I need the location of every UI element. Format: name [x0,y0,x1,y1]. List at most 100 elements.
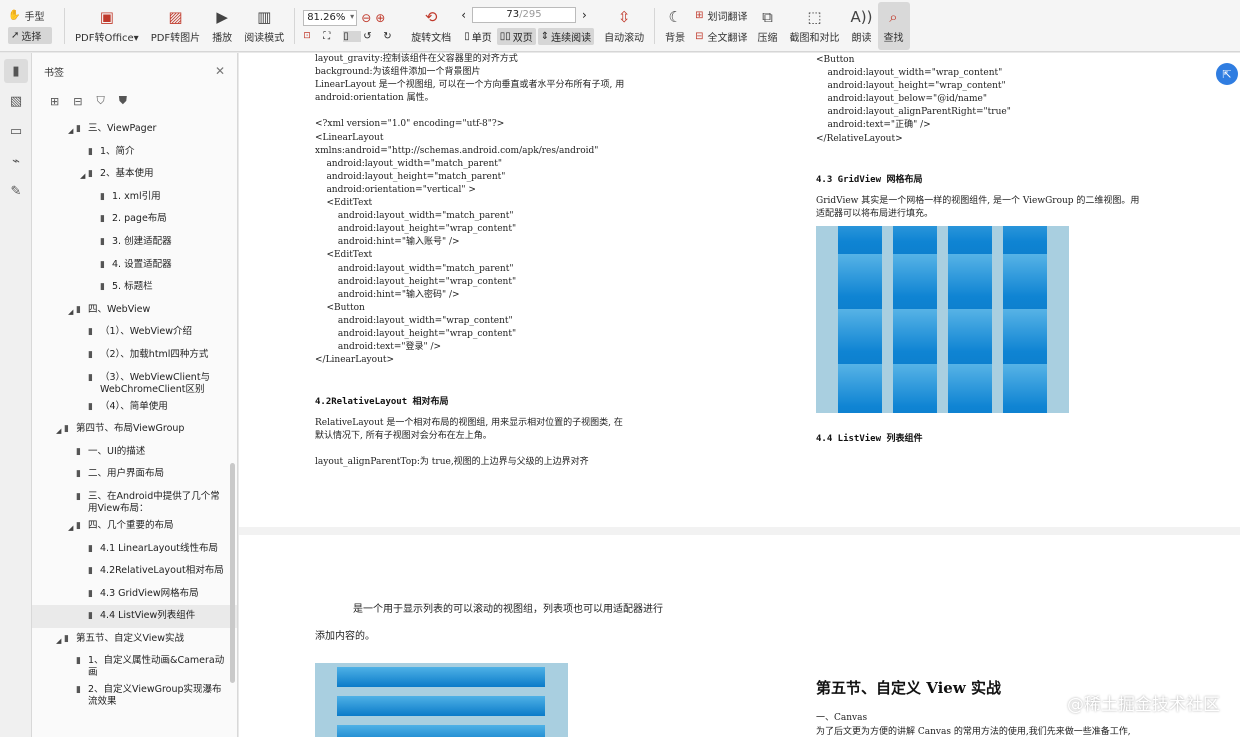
bookmark-label: 4.3 GridView网格布局 [100,587,199,599]
read-mode-button[interactable]: ▥ 阅读模式 [238,2,290,50]
bookmark-item[interactable]: ◢ ▮ 三、ViewPager [32,118,237,141]
bookmark-item[interactable]: ▮ 5. 标题栏 [32,276,237,299]
translate-icon: ⊞ [695,9,704,21]
bookmark-item[interactable]: ▮ 3. 创建适配器 [32,231,237,254]
bookmark-label: 1、简介 [100,145,135,157]
document-viewer[interactable]: layout_gravity:控制该组件在父容器里的对齐方式 backgroun… [239,53,1240,737]
bookmark-item[interactable]: ▮ 2. page布局 [32,208,237,231]
bookmark-label: 2、基本使用 [100,168,154,180]
select-tool-button[interactable]: ➚ 选择 [8,26,52,44]
canvas-label: 一、Canvas [816,713,868,723]
bookmark-item[interactable]: ▮ 4.3 GridView网格布局 [32,583,237,606]
expand-toggle-icon[interactable]: ◢ [80,170,88,182]
bookmark-item[interactable]: ▮ 4.2RelativeLayout相对布局 [32,560,237,583]
expand-toggle-icon[interactable]: ◢ [68,522,76,534]
rotate-document-button[interactable]: ⟲ 旋转文档 [405,2,457,50]
bookmark-item[interactable]: ▮ 4.1 LinearLayout线性布局 [32,538,237,561]
bookmark-label: 三、ViewPager [88,123,157,134]
bookmark-panel-icon[interactable]: ▮ [4,59,28,83]
list-row-bar [337,667,545,687]
button-code: <Button android:layout_width="wrap_conte… [816,55,1011,144]
page-nav-group: ‹ 73/295 › ▯ 单页 ▯▯ 双页 ⇕ 连续阅读 [457,6,598,45]
bookmark-item[interactable]: ◢ ▮ 2、基本使用 [32,163,237,186]
expand-toggle-icon[interactable]: ◢ [56,635,64,647]
double-page-button[interactable]: ▯▯ 双页 [496,27,536,45]
background-button[interactable]: ☾ 背景 [659,2,691,50]
single-page-button[interactable]: ▯ 单页 [461,28,495,45]
bookmark-item[interactable]: ◢ ▮ 第五节、自定义View实战 [32,628,237,651]
translate-group: ⊞ 划词翻译 ⊟ 全文翻译 [691,8,751,44]
bookmark-item[interactable]: ◢ ▮ 四、几个重要的布局 [32,515,237,538]
single-page-icon: ▯ [464,30,470,42]
read-aloud-button[interactable]: A)) 朗读 [846,2,878,50]
pdf-to-image-button[interactable]: ▨ PDF转图片 [145,2,206,50]
bookmark-item[interactable]: ▮ 1、自定义属性动画&Camera动画 [32,650,237,679]
expand-toggle-icon[interactable]: ◢ [68,125,76,137]
play-icon: ▶ [216,8,228,26]
comment-panel-icon[interactable]: ▭ [4,119,28,143]
bookmark-label: 5. 标题栏 [112,281,153,293]
play-button[interactable]: ▶ 播放 [206,2,238,50]
bookmark-icon: ▮ [76,124,81,134]
floating-tool-icon[interactable]: ⇱ [1216,63,1238,85]
bookmark-item[interactable]: ▮ 三、在Android中提供了几个常用View布局： [32,486,237,515]
word-translate-button[interactable]: ⊞ 划词翻译 [695,8,747,23]
pdf-to-office-button[interactable]: ▣ PDF转Office▾ [69,2,145,50]
prev-page-icon[interactable]: ‹ [461,8,466,22]
bookmark-item[interactable]: ◢ ▮ 四、WebView [32,299,237,322]
bookmark-item[interactable]: ▮ 二、用户界面布局 [32,463,237,486]
find-button[interactable]: ⌕ 查找 [877,1,910,50]
bookmark-item[interactable]: ▮ 1. xml引用 [32,186,237,209]
close-icon[interactable]: ✕ [215,64,225,78]
collapse-all-icon[interactable]: ⊟ [73,95,82,108]
rotate-right-icon[interactable]: ↻ [383,31,401,42]
fit-width-icon[interactable]: ▯ [343,30,362,42]
bookmark-item[interactable]: ▮ （3）、WebViewClient与 WebChromeClient区别 [32,367,237,396]
hand-icon: ✋ [8,9,21,21]
full-translate-button[interactable]: ⊟ 全文翻译 [695,29,747,44]
bookmark-icon: ▮ [100,191,105,202]
thumbnail-panel-icon[interactable]: ▧ [4,89,28,113]
bookmark-icon: ▮ [88,349,93,360]
expand-toggle-icon[interactable]: ◢ [68,306,76,318]
bookmark-item[interactable]: ▮ 1、简介 [32,141,237,164]
add-bookmark-icon[interactable]: ⛉ [96,94,104,108]
panel-scrollbar[interactable] [230,463,235,683]
continuous-read-button[interactable]: ⇕ 连续阅读 [537,27,595,45]
bookmark-label: （2）、加载html四种方式 [100,348,209,360]
search-icon: ⌕ [889,8,898,26]
actual-size-icon[interactable]: ⊡ [303,31,321,41]
bookmark-icon: ▮ [88,543,93,554]
auto-scroll-button[interactable]: ⇳ 自动滚动 [598,2,650,50]
bookmark-item[interactable]: ▮ 2、自定义ViewGroup实现瀑布流效果 [32,679,237,708]
bookmark-item[interactable]: ▮ （2）、加载html四种方式 [32,344,237,367]
bookmark-item[interactable]: ▮ 4.4 ListView列表组件 [32,605,237,628]
bookmark-label: 2、自定义ViewGroup实现瀑布流效果 [88,684,222,708]
next-page-icon[interactable]: › [582,8,587,22]
expand-toggle-icon[interactable]: ◢ [56,425,64,437]
bookmark-item[interactable]: ▮ （1）、WebView介绍 [32,321,237,344]
page-number-input[interactable]: 73/295 [472,6,576,23]
bookmark-item[interactable]: ▮ 4. 设置适配器 [32,254,237,277]
cursor-mode-group: ✋ 手型 ➚ 选择 [0,8,60,44]
bookmark-item[interactable]: ▮ 一、UI的描述 [32,441,237,464]
fit-page-icon[interactable]: ⛶ [323,31,341,42]
bookmark-icon: ▮ [100,282,105,293]
hand-tool-button[interactable]: ✋ 手型 [8,8,52,23]
compress-button[interactable]: ⧉ 压缩 [752,2,784,50]
signature-panel-icon[interactable]: ✎ [4,179,28,203]
rotate-left-icon[interactable]: ↺ [363,31,381,42]
auto-scroll-icon: ⇳ [617,8,631,26]
moon-icon: ☾ [668,8,682,26]
bookmark-item[interactable]: ▮ （4）、简单使用 [32,396,237,419]
zoom-out-icon[interactable]: ⊖ [361,11,371,25]
bookmark-options-icon[interactable]: ⛊ [119,94,127,108]
screenshot-compare-button[interactable]: ⬚ 截图和对比 [784,2,846,50]
bookmark-label: 二、用户界面布局 [88,468,165,480]
zoom-in-icon[interactable]: ⊕ [375,11,385,25]
zoom-select[interactable]: 81.26% [303,9,358,26]
bookmark-item[interactable]: ◢ ▮ 第四节、布局ViewGroup [32,418,237,441]
expand-all-icon[interactable]: ⊞ [50,95,59,108]
attachment-panel-icon[interactable]: ⌁ [4,149,28,173]
grid-cell [838,364,882,413]
